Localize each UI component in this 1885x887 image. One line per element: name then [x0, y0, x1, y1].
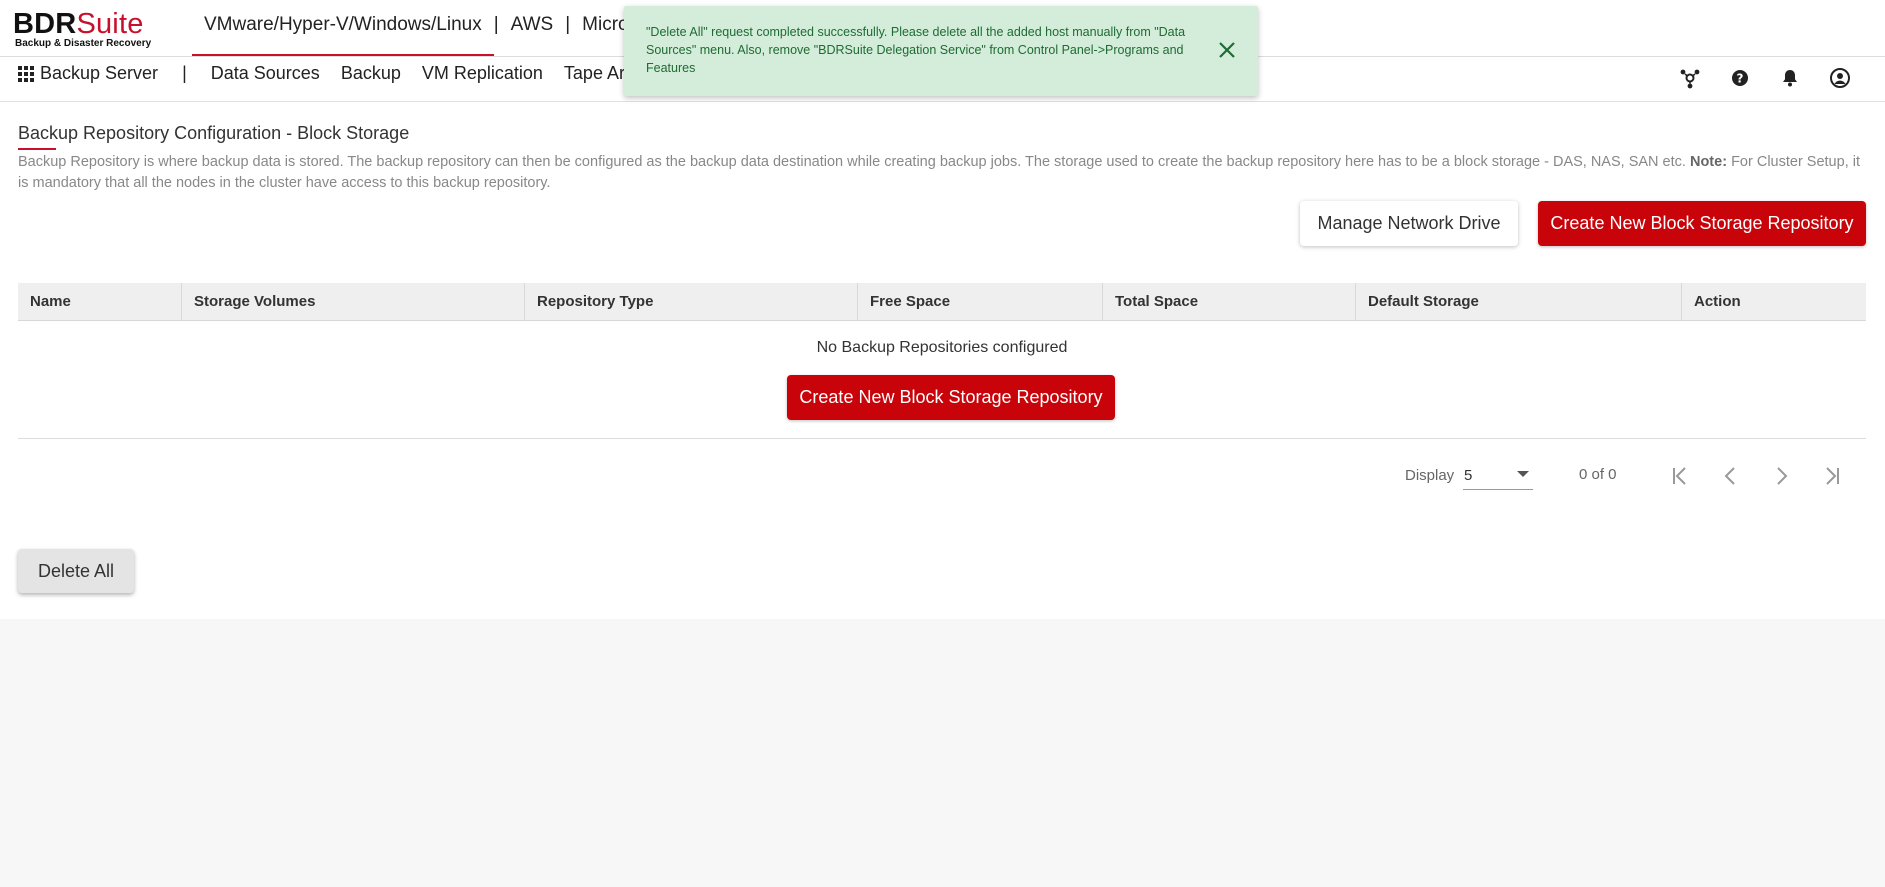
- help-icon[interactable]: ?: [1727, 65, 1753, 91]
- bell-icon[interactable]: [1777, 65, 1803, 91]
- success-toast: "Delete All" request completed successfu…: [624, 6, 1258, 96]
- table-divider: [18, 438, 1866, 439]
- column-header-free-space[interactable]: Free Space: [858, 283, 1103, 320]
- platform-tab-vmware[interactable]: VMware/Hyper-V/Windows/Linux: [192, 14, 494, 56]
- column-header-name[interactable]: Name: [18, 283, 182, 320]
- platform-tab-aws[interactable]: AWS: [505, 14, 560, 36]
- page-size-label: Display: [1405, 467, 1455, 484]
- last-page-icon[interactable]: [1818, 462, 1844, 490]
- delete-all-button[interactable]: Delete All: [18, 549, 134, 593]
- column-header-storage-volumes[interactable]: Storage Volumes: [182, 283, 525, 320]
- user-account-icon[interactable]: [1827, 65, 1853, 91]
- nav-item-vm-replication[interactable]: VM Replication: [422, 63, 543, 84]
- logo-suite: Suite: [76, 8, 144, 40]
- pagination-count: 0 of 0: [1579, 466, 1617, 483]
- nav-item-data-sources[interactable]: Data Sources: [211, 63, 320, 84]
- page-size-select[interactable]: 5: [1463, 463, 1533, 490]
- bdrsuite-logo[interactable]: BDRSuite Backup & Disaster Recovery: [13, 9, 151, 49]
- description-text: Backup Repository is where backup data i…: [18, 154, 1686, 170]
- column-header-total-space[interactable]: Total Space: [1103, 283, 1356, 320]
- platform-tabs: VMware/Hyper-V/Windows/Linux | AWS | Mic…: [192, 14, 644, 56]
- nav-item-backup[interactable]: Backup: [341, 63, 401, 84]
- first-page-icon[interactable]: [1668, 462, 1694, 490]
- note-label: Note:: [1689, 154, 1728, 170]
- manage-network-drive-button[interactable]: Manage Network Drive: [1300, 201, 1518, 246]
- platform-separator: |: [493, 14, 499, 35]
- logo-bdr: BDR: [13, 8, 77, 40]
- page-description: Backup Repository is where backup data i…: [18, 152, 1870, 194]
- column-header-repository-type[interactable]: Repository Type: [525, 283, 858, 320]
- platform-separator: |: [565, 14, 571, 35]
- svg-text:?: ?: [1737, 72, 1744, 86]
- close-icon[interactable]: [1216, 39, 1238, 61]
- product-switcher[interactable]: Backup Server: [40, 63, 158, 84]
- table-header: Name Storage Volumes Repository Type Fre…: [18, 283, 1866, 321]
- page-size-value: 5: [1464, 467, 1473, 484]
- prev-page-icon[interactable]: [1718, 462, 1744, 490]
- apps-grid-icon[interactable]: [18, 65, 34, 82]
- page-title: Backup Repository Configuration - Block …: [18, 123, 410, 143]
- nav-separator: |: [182, 63, 187, 83]
- title-underline: [18, 148, 56, 150]
- column-header-default-storage[interactable]: Default Storage: [1356, 283, 1682, 320]
- chevron-down-icon: [1517, 471, 1529, 477]
- next-page-icon[interactable]: [1768, 462, 1794, 490]
- users-network-icon[interactable]: [1677, 65, 1703, 91]
- column-header-action: Action: [1694, 293, 1741, 310]
- create-repository-empty-button[interactable]: Create New Block Storage Repository: [787, 375, 1115, 420]
- logo-subtitle: Backup & Disaster Recovery: [15, 38, 152, 49]
- create-repository-button[interactable]: Create New Block Storage Repository: [1538, 201, 1866, 246]
- empty-table-message: No Backup Repositories configured: [816, 339, 1068, 356]
- toast-message: "Delete All" request completed successfu…: [646, 25, 1186, 75]
